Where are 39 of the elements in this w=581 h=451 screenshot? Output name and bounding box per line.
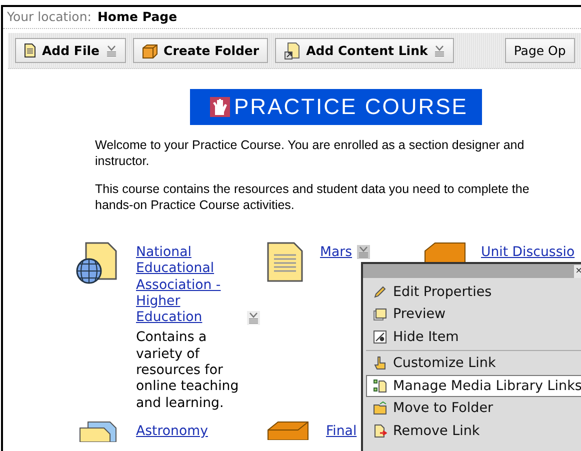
location-page: Home Page: [97, 9, 178, 24]
banner-title: PRACTICE COURSE: [234, 94, 468, 120]
hand-icon: [210, 97, 230, 117]
dropdown-icon[interactable]: [248, 312, 259, 324]
folder-icon: [142, 42, 158, 58]
document-icon: [266, 241, 306, 285]
menu-item[interactable]: Preview: [366, 304, 581, 325]
item-link[interactable]: Unit Discussio: [481, 245, 575, 262]
item-link[interactable]: Final: [326, 424, 357, 440]
location-label: Your location:: [7, 9, 92, 24]
menu-item[interactable]: Edit Properties: [366, 281, 581, 302]
toolbar-button[interactable]: Add File: [15, 38, 126, 63]
links-icon: [373, 378, 387, 393]
folder-arrow-icon: [373, 401, 387, 416]
intro-paragraph: This course contains the resources and student data you need to complete the hands-on Practice Course activities.: [95, 181, 530, 213]
toolbar-button[interactable]: Add Content Link: [275, 38, 454, 63]
hand-icon: [373, 356, 387, 370]
item-description: Contains a variety of resources for online teaching and learning.: [136, 330, 240, 412]
remove-icon: [373, 424, 387, 438]
menu-item[interactable]: Hide Item: [366, 326, 581, 348]
toolbar-button[interactable]: Create Folder: [132, 38, 268, 63]
menu-item[interactable]: Remove Link: [366, 420, 581, 442]
dropdown-icon[interactable]: [106, 44, 117, 56]
dropdown-icon[interactable]: [434, 44, 445, 56]
link-document-icon: [284, 42, 300, 60]
item-link[interactable]: Astronomy: [136, 424, 208, 440]
intro-paragraph: Welcome to your Practice Course. You are enrolled as a section designer and instructor.: [95, 137, 526, 169]
menu-item[interactable]: Move to Folder: [366, 398, 581, 419]
menu-item[interactable]: Customize Link: [366, 352, 581, 374]
dropdown-icon[interactable]: [358, 246, 370, 258]
item-link[interactable]: National Educational Association - Higher Education: [136, 245, 242, 326]
menu-item[interactable]: Manage Media Library Links: [366, 375, 581, 396]
window-icon: [373, 307, 387, 322]
toolbar-button[interactable]: Page Op: [504, 38, 575, 63]
close-button[interactable]: ×: [574, 265, 581, 278]
item-link[interactable]: Mars: [320, 245, 352, 262]
document-icon: [24, 43, 36, 58]
hide-icon: [373, 330, 387, 344]
pencil-icon: [373, 284, 387, 299]
